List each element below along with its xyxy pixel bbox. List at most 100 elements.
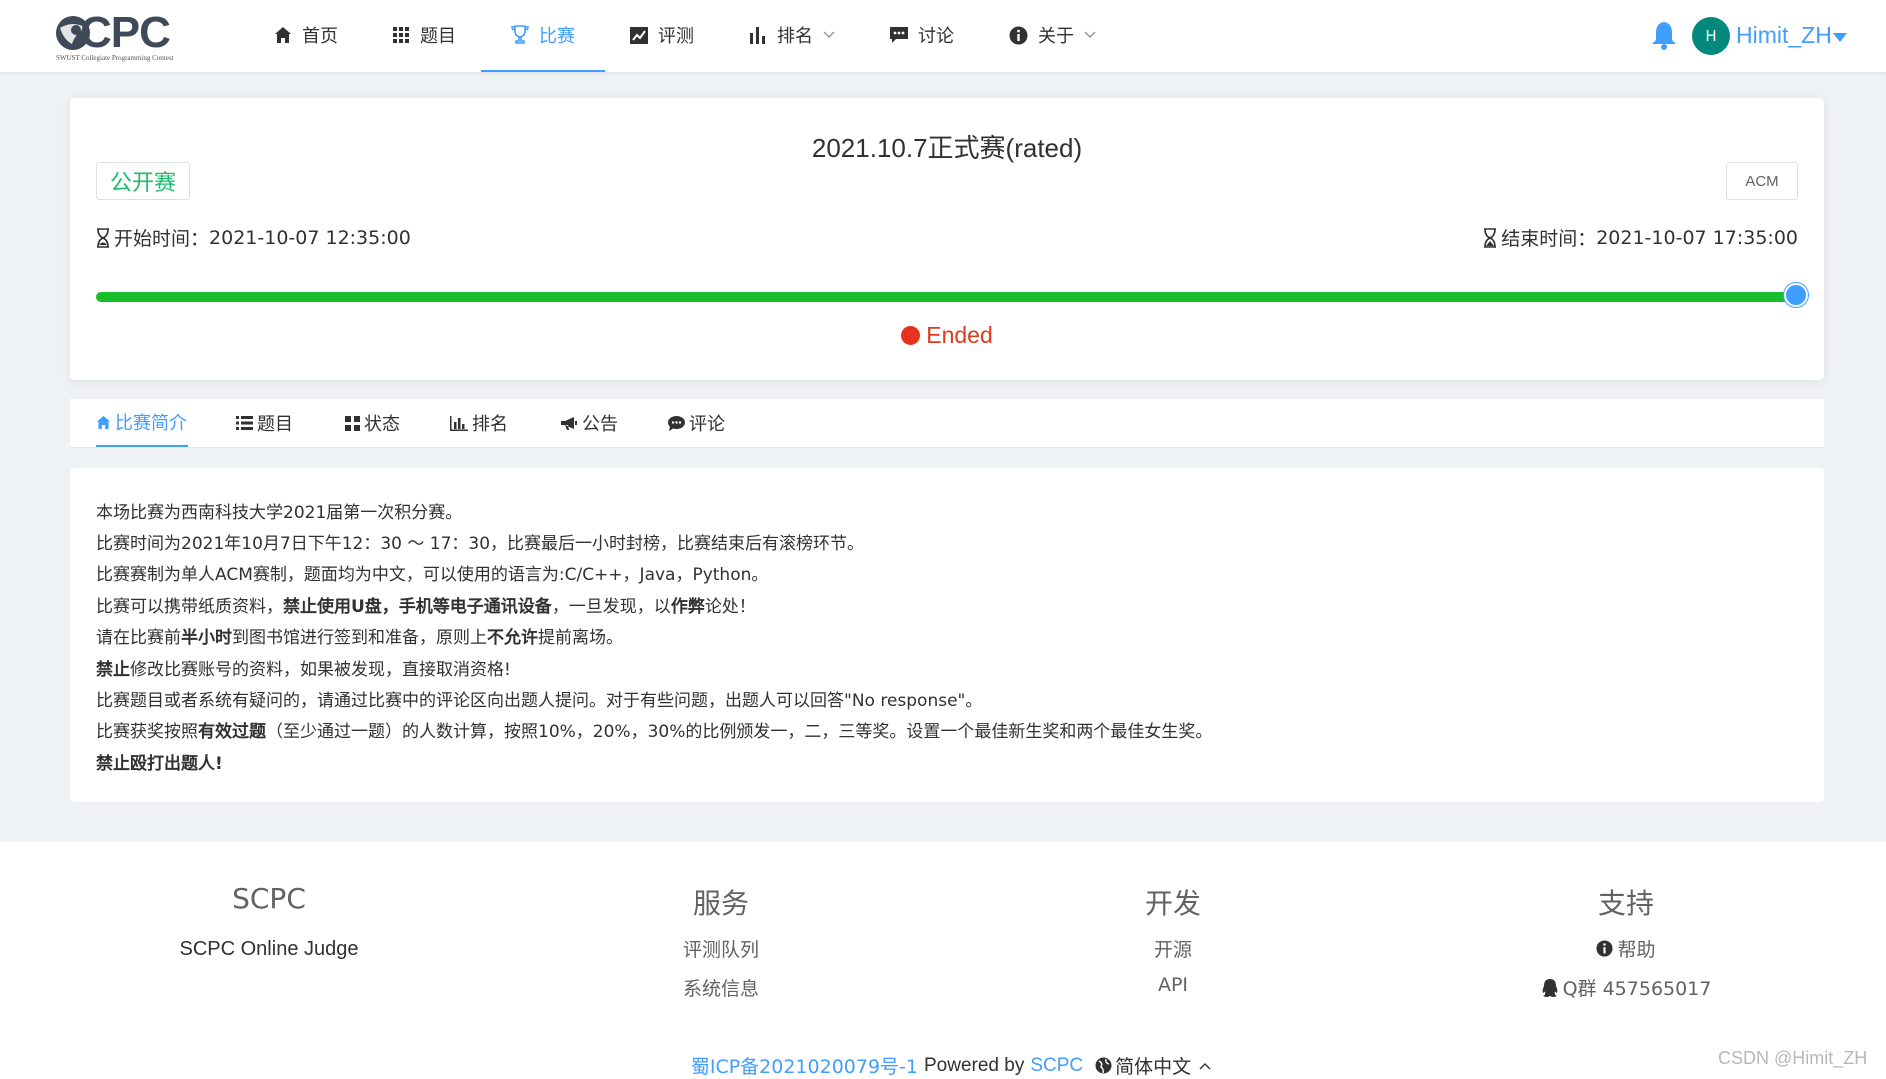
bold-text: 禁止使用U盘，手机等电子通讯设备 <box>283 597 552 617</box>
description-line: 比赛获奖按照有效过题（至少通过一题）的人数计算，按照10%，20%，30%的比例… <box>96 722 1213 742</box>
notification-bell-icon[interactable] <box>1650 20 1678 50</box>
description-line: 禁止殴打出题人! <box>96 749 223 774</box>
powered-by-link[interactable]: SCPC <box>1030 1055 1083 1077</box>
footer-link-api[interactable]: API <box>963 974 1383 996</box>
nav-item-problems[interactable]: 题目 <box>381 0 468 72</box>
nav-item-home[interactable]: 首页 <box>262 0 350 72</box>
chevron-down-icon <box>1084 31 1096 38</box>
csdn-watermark: CSDN @Himit_ZH <box>1718 1048 1868 1068</box>
tab-overview[interactable]: 比赛简介 <box>96 399 188 447</box>
info-icon <box>1009 26 1028 44</box>
nav-item-label: 题目 <box>420 26 456 47</box>
chart-line-icon <box>630 26 648 44</box>
description-line: 本场比赛为西南科技大学2021届第一次积分赛。 <box>96 503 463 523</box>
logo-subtitle: SWUST Collegiate Programming Contest <box>56 54 174 62</box>
logo-text: CPC <box>80 8 171 57</box>
status-dot-icon <box>901 326 921 345</box>
nav-item-label: 首页 <box>302 26 338 47</box>
bar-chart-icon <box>750 26 765 44</box>
grid-icon <box>393 26 409 43</box>
contest-status: Ended <box>70 322 1824 349</box>
site-logo[interactable]: CPC SWUST Collegiate Programming Contest <box>54 8 180 64</box>
footer-link-online-judge[interactable]: SCPC Online Judge <box>59 938 479 961</box>
end-time-label: 结束时间： <box>1501 228 1597 250</box>
start-time-label: 开始时间： <box>114 228 210 250</box>
description-line: 禁止修改比赛账号的资料，如果被发现，直接取消资格! <box>96 660 511 680</box>
bold-text: 禁止 <box>96 660 130 680</box>
nav-item-label: 评测 <box>658 26 694 47</box>
start-time-value: 2021-10-07 12:35:00 <box>209 226 411 249</box>
tab-label: 题目 <box>257 414 293 435</box>
tab-label: 评论 <box>689 414 725 435</box>
language-switcher[interactable]: 简体中文 <box>1095 1052 1211 1079</box>
description-line: 比赛赛制为单人ACM赛制，题面均为中文，可以使用的语言为:C/C++，Java，… <box>96 565 769 585</box>
user-avatar[interactable]: H <box>1692 17 1730 55</box>
progress-slider-handle[interactable] <box>1784 283 1808 307</box>
contest-type-tag: 公开赛 <box>96 162 190 200</box>
chevron-down-icon <box>823 31 835 38</box>
icp-link[interactable]: 蜀ICP备2021020079号-1 <box>691 1052 918 1079</box>
username-dropdown[interactable]: Himit_ZH <box>1736 22 1832 49</box>
tab-label: 公告 <box>582 414 618 435</box>
caret-down-icon[interactable] <box>1833 33 1847 42</box>
footer-link-help[interactable]: 帮助 <box>1416 935 1836 962</box>
tab-label: 状态 <box>364 414 400 435</box>
nav-item-judge-status[interactable]: 评测 <box>618 0 706 72</box>
footer: SCPC SCPC Online Judge 服务 评测队列 系统信息 开发 开… <box>0 842 1886 1079</box>
start-time: 开始时间： 2021-10-07 12:35:00 <box>96 224 411 251</box>
tab-problems[interactable]: 题目 <box>236 399 293 447</box>
contest-title: 2021.10.7正式赛(rated) <box>811 133 1083 163</box>
hourglass-end-icon <box>1484 227 1497 248</box>
footer-bottom-bar: 蜀ICP备2021020079号-1 Powered by SCPC 简体中文 <box>8 1052 1886 1079</box>
footer-link-open-source[interactable]: 开源 <box>963 935 1383 962</box>
bold-text: 不允许 <box>487 628 538 648</box>
language-label: 简体中文 <box>1115 1056 1192 1078</box>
contest-format-tag: ACM <box>1726 162 1798 200</box>
bold-text: 作弊 <box>670 597 705 617</box>
description-line: 比赛可以携带纸质资料，禁止使用U盘，手机等电子通讯设备，一旦发现，以作弊论处！ <box>96 597 756 617</box>
footer-link-qq-group[interactable]: Q群 457565017 <box>1416 974 1836 1001</box>
nav-item-discussion[interactable]: 讨论 <box>878 0 966 72</box>
end-time: 结束时间： 2021-10-07 17:35:00 <box>1483 224 1798 251</box>
description-line: 比赛时间为2021年10月7日下午12：30 ～ 17：30，比赛最后一小时封榜… <box>96 534 865 554</box>
bold-text: 有效过题 <box>198 722 266 742</box>
footer-heading: 服务 <box>692 887 749 920</box>
nav-item-contests[interactable]: 比赛 <box>481 0 605 72</box>
nav-item-ranking[interactable]: 排名 <box>737 0 847 72</box>
list-icon <box>236 416 253 430</box>
nav-item-label: 比赛 <box>539 26 575 47</box>
info-icon <box>1596 940 1614 957</box>
powered-by-text: Powered by <box>924 1054 1025 1076</box>
comment-icon <box>890 26 908 43</box>
top-navbar: CPC SWUST Collegiate Programming Contest… <box>0 0 1886 73</box>
tab-ranking[interactable]: 排名 <box>450 399 508 447</box>
tab-comments[interactable]: 评论 <box>668 399 725 447</box>
tab-status[interactable]: 状态 <box>345 399 400 447</box>
hourglass-start-icon <box>97 227 109 248</box>
contest-info-card: 2021.10.7正式赛(rated) 公开赛 ACM 开始时间： 2021-1… <box>70 98 1824 380</box>
nav-item-label: 讨论 <box>918 26 954 47</box>
trophy-icon <box>511 25 529 44</box>
contest-progress-bar <box>96 292 1796 302</box>
home-icon <box>275 27 291 43</box>
bold-text: 禁止殴打出题人! <box>96 754 223 774</box>
tab-announcement[interactable]: 公告 <box>560 399 618 447</box>
contest-description: 本场比赛为西南科技大学2021届第一次积分赛。 比赛时间为2021年10月7日下… <box>70 468 1824 802</box>
footer-link-judge-queue[interactable]: 评测队列 <box>511 935 931 962</box>
grid-icon <box>345 415 360 431</box>
footer-heading: 支持 <box>1597 887 1654 920</box>
nav-item-label: 关于 <box>1038 26 1074 47</box>
footer-heading: SCPC <box>232 882 306 915</box>
qq-penguin-icon <box>1542 978 1557 997</box>
description-line: 请在比赛前半小时到图书馆进行签到和准备，原则上不允许提前离场。 <box>96 628 623 648</box>
nav-item-about[interactable]: 关于 <box>997 0 1108 72</box>
tab-label: 排名 <box>472 414 508 435</box>
chevron-up-icon <box>1199 1062 1211 1069</box>
contest-tabs: 比赛简介 题目 状态 排名 公告 评论 <box>70 399 1824 448</box>
main-nav-menu: 首页 题目 比赛 评测 排名 讨论 关于 <box>262 0 1139 72</box>
footer-link-system-info[interactable]: 系统信息 <box>511 974 931 1001</box>
tab-label: 比赛简介 <box>115 413 187 434</box>
bar-chart-icon <box>450 415 468 431</box>
nav-item-label: 排名 <box>777 26 813 47</box>
contest-status-text: Ended <box>926 322 993 348</box>
